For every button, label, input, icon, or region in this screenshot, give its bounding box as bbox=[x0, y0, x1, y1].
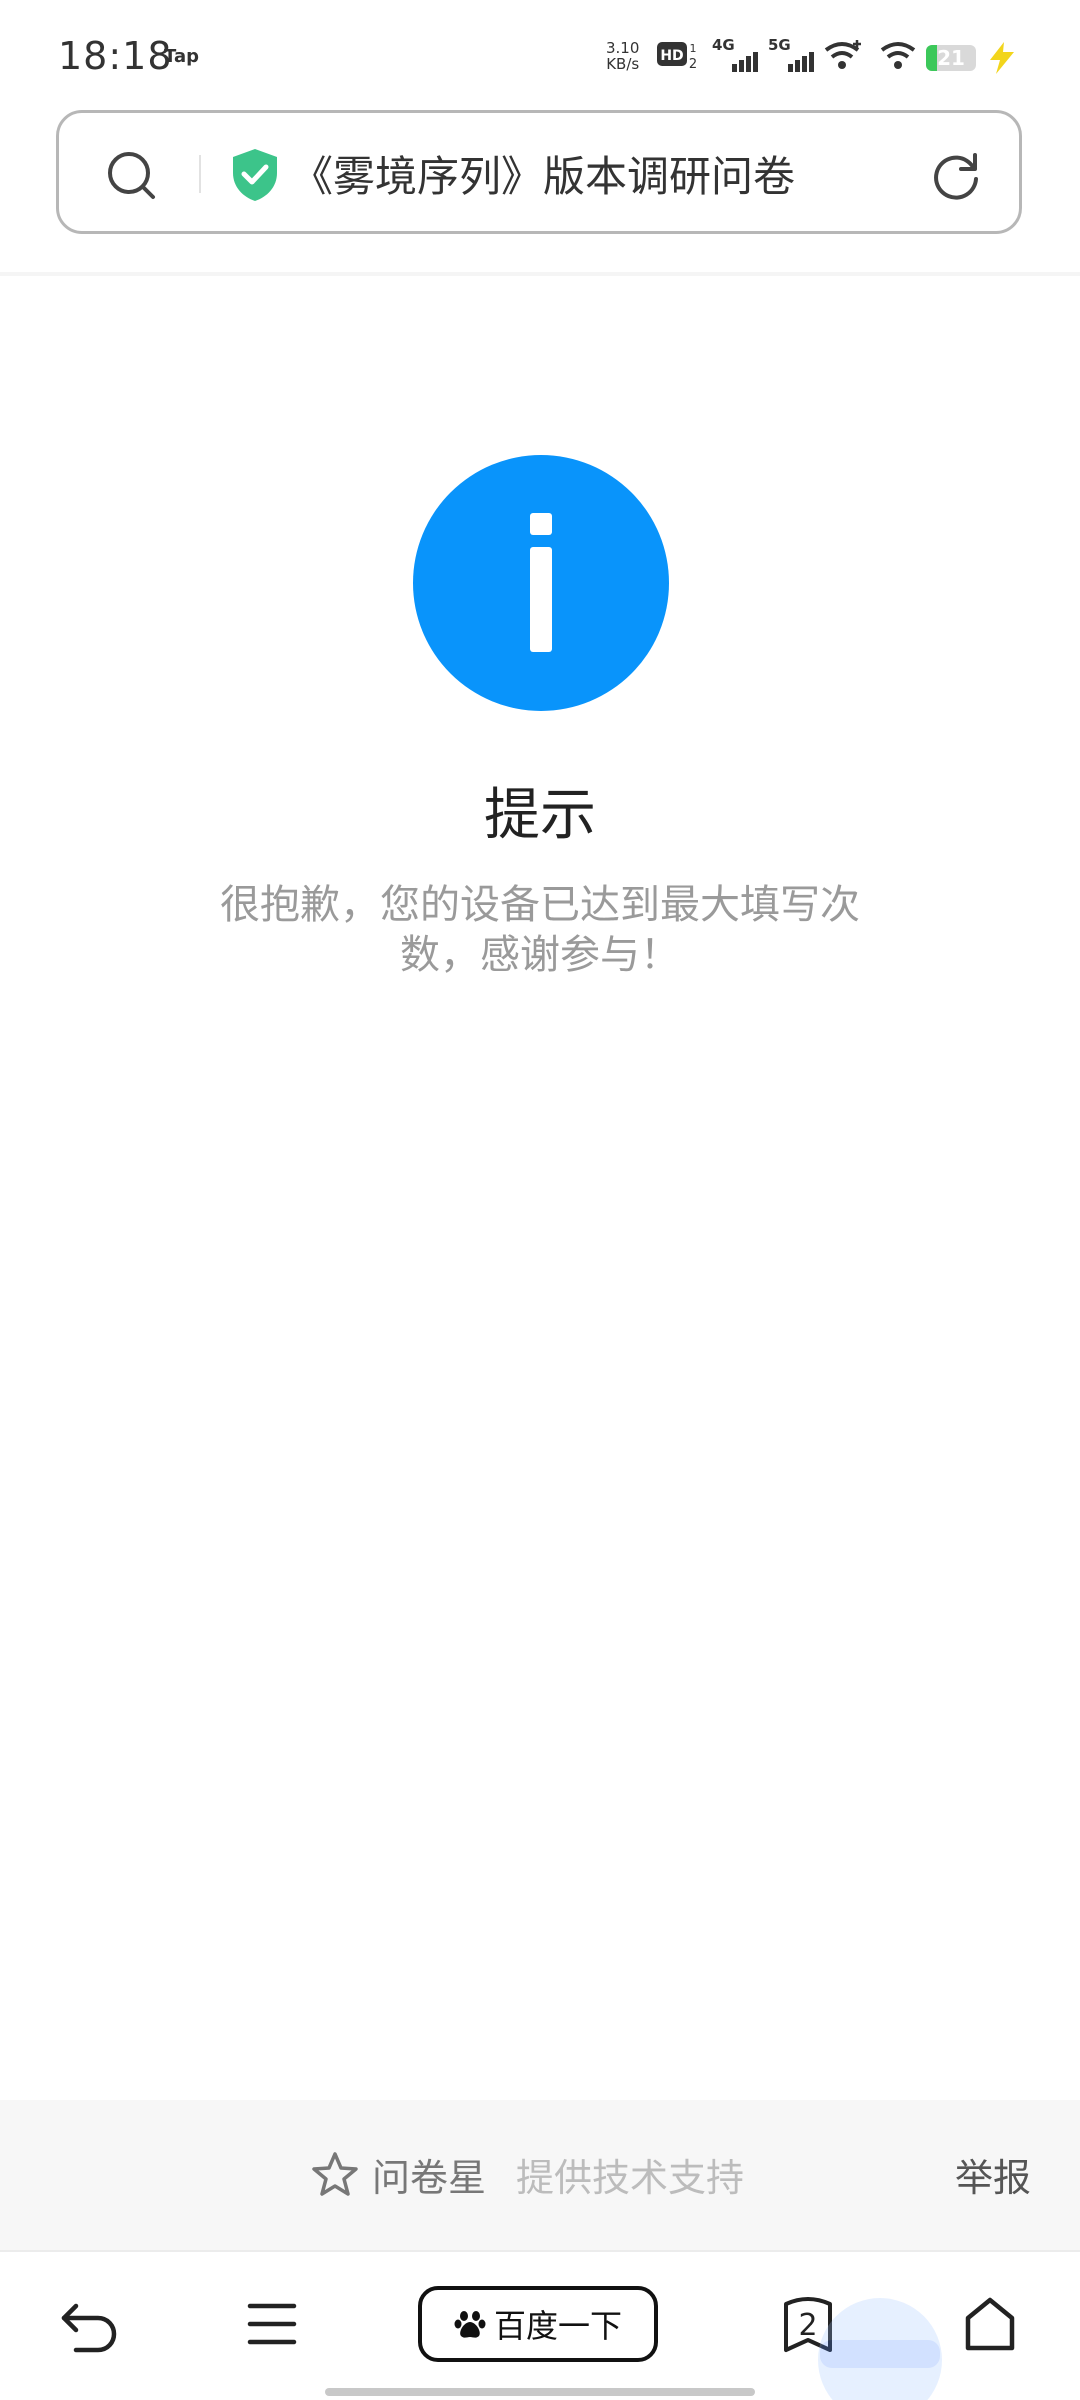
info-icon-bar bbox=[530, 547, 552, 652]
back-icon[interactable] bbox=[58, 2296, 122, 2356]
menu-icon[interactable] bbox=[244, 2296, 300, 2352]
star-icon bbox=[312, 2152, 358, 2196]
home-indicator[interactable] bbox=[325, 2388, 755, 2396]
address-bar-separator bbox=[0, 272, 1080, 276]
battery-level: 21 bbox=[937, 46, 965, 70]
svg-text:2: 2 bbox=[689, 57, 697, 70]
svg-text:1: 1 bbox=[690, 42, 697, 55]
net-speed-value: 3.10 bbox=[606, 39, 640, 57]
search-icon[interactable] bbox=[105, 149, 157, 201]
notice-title: 提示 bbox=[484, 783, 596, 848]
baidu-search-button[interactable]: 百度一下 bbox=[418, 2286, 658, 2362]
wifi-icon bbox=[880, 42, 916, 69]
page-title[interactable]: 《雾境序列》版本调研问卷 bbox=[291, 143, 795, 204]
mascot-decoration-icon bbox=[818, 2298, 942, 2400]
address-divider bbox=[199, 155, 201, 193]
svg-text:HD: HD bbox=[660, 48, 683, 64]
page-footer: 问卷星 提供技术支持 举报 bbox=[0, 2100, 1080, 2250]
home-icon[interactable] bbox=[962, 2296, 1018, 2352]
address-bar[interactable]: 《雾境序列》版本调研问卷 bbox=[56, 110, 1022, 234]
status-bar: 18:18 Tap 3.10 KB/s HD 1 2 4G 5G 21 bbox=[0, 0, 1080, 110]
support-text: 提供技术支持 bbox=[516, 2156, 745, 2200]
notice-message: 很抱歉，您的设备已达到最大填写次数，感谢参与！ bbox=[220, 882, 860, 978]
baidu-button-label: 百度一下 bbox=[493, 2307, 622, 2345]
battery-icon: 21 bbox=[926, 45, 976, 71]
info-icon bbox=[413, 455, 669, 711]
report-link[interactable]: 举报 bbox=[955, 2147, 1031, 2202]
charging-bolt-icon bbox=[990, 42, 1014, 74]
info-icon-dot bbox=[530, 513, 552, 535]
brand-name[interactable]: 问卷星 bbox=[372, 2147, 486, 2202]
status-time: 18:18 bbox=[58, 34, 173, 78]
net-speed: 3.10 KB/s bbox=[606, 40, 639, 72]
refresh-icon[interactable] bbox=[929, 149, 983, 203]
app-tag: Tap bbox=[164, 46, 199, 67]
baidu-paw-icon bbox=[454, 2311, 486, 2338]
net-speed-unit: KB/s bbox=[606, 55, 640, 73]
wifi-plus-icon bbox=[824, 40, 861, 69]
shield-check-icon bbox=[233, 149, 277, 201]
hd-icon: HD 1 2 bbox=[657, 42, 697, 70]
